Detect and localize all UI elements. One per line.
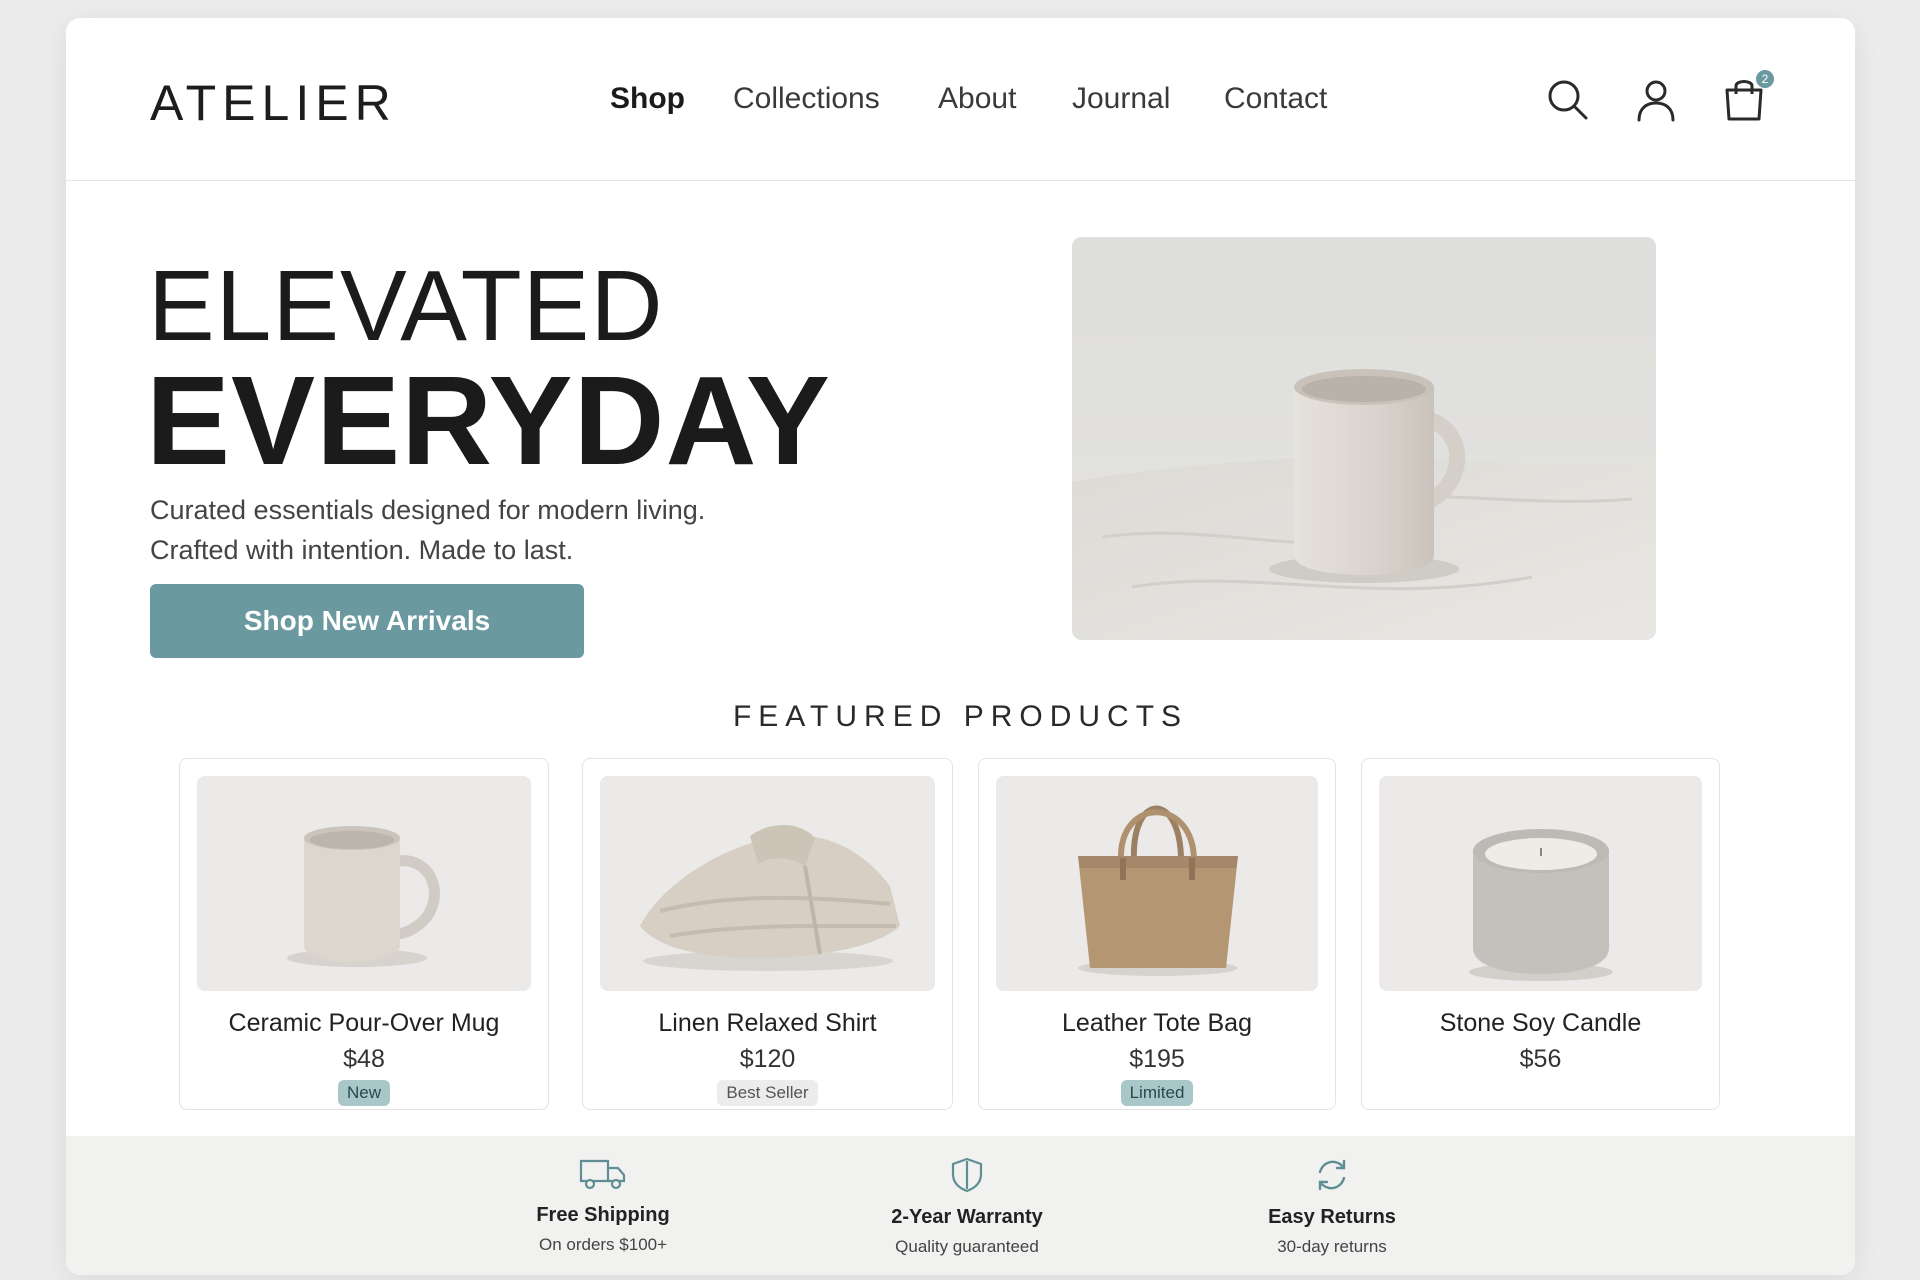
nav-about[interactable]: About <box>938 82 1016 116</box>
hero-mug-image <box>1072 237 1656 640</box>
hero-description: Curated essentials designed for modern l… <box>150 490 850 570</box>
product-image-mug <box>197 776 531 991</box>
hero-title-line1: ELEVATED <box>148 250 664 362</box>
best-seller-badge: Best Seller <box>717 1080 818 1106</box>
product-name: Linen Relaxed Shirt <box>658 1009 877 1037</box>
product-name: Stone Soy Candle <box>1439 1009 1642 1037</box>
hero-description-line2: Crafted with intention. Made to last. <box>150 535 574 565</box>
feature-title: Easy Returns <box>1268 1206 1396 1228</box>
product-name: Ceramic Pour-Over Mug <box>228 1009 500 1037</box>
new-badge: New <box>337 1080 390 1106</box>
product-name: Leather Tote Bag <box>1062 1009 1252 1037</box>
product-card-mug[interactable]: Ceramic Pour-Over Mug $48 New <box>179 758 549 1110</box>
product-price: $48 <box>343 1045 385 1073</box>
product-card-candle[interactable]: Stone Soy Candle $56 <box>1361 758 1720 1110</box>
hero-description-line1: Curated essentials designed for modern l… <box>150 495 706 525</box>
shop-new-arrivals-button[interactable]: Shop New Arrivals <box>150 584 584 658</box>
feature-easy-returns: Easy Returns 30-day returns <box>1182 1156 1482 1257</box>
feature-subtitle: 30-day returns <box>1277 1237 1387 1256</box>
limited-badge: Limited <box>1120 1080 1194 1106</box>
product-image-candle <box>1379 776 1702 991</box>
feature-subtitle: On orders $100+ <box>538 1235 668 1254</box>
browser-window: ATELIER Shop Collections About Journal C… <box>66 18 1855 1275</box>
product-card-tote[interactable]: Leather Tote Bag $195 Limited <box>978 758 1336 1110</box>
product-price: $195 <box>1129 1045 1185 1073</box>
product-card-shirt[interactable]: Linen Relaxed Shirt $120 Best Seller <box>582 758 953 1110</box>
feature-title: 2-Year Warranty <box>891 1206 1043 1228</box>
nav-shop[interactable]: Shop <box>610 82 685 116</box>
brand-logo[interactable]: ATELIER <box>150 74 397 132</box>
product-price: $120 <box>739 1045 796 1073</box>
product-image-shirt <box>600 776 935 991</box>
product-price: $56 <box>1519 1045 1562 1073</box>
hero-title-line2: EVERYDAY <box>146 350 831 491</box>
truck-icon <box>579 1159 626 1190</box>
search-icon[interactable] <box>1546 78 1590 127</box>
feature-free-shipping: Free Shipping On orders $100+ <box>453 1156 753 1255</box>
refresh-icon <box>1318 1159 1346 1191</box>
feature-subtitle: Quality guaranteed <box>895 1237 1039 1256</box>
cart-count-badge: 2 <box>1756 70 1774 88</box>
shield-icon <box>951 1157 983 1193</box>
user-icon[interactable] <box>1634 78 1678 127</box>
feature-warranty: 2-Year Warranty Quality guaranteed <box>817 1156 1117 1257</box>
site-header: ATELIER Shop Collections About Journal C… <box>66 18 1855 181</box>
feature-title: Free Shipping <box>536 1204 670 1226</box>
product-image-tote <box>996 776 1318 991</box>
shopping-bag-icon[interactable]: 2 <box>1722 70 1774 127</box>
nav-journal[interactable]: Journal <box>1072 82 1170 116</box>
nav-collections[interactable]: Collections <box>733 82 880 116</box>
featured-products-heading: FEATURED PRODUCTS <box>732 700 1189 733</box>
nav-contact[interactable]: Contact <box>1224 82 1327 116</box>
